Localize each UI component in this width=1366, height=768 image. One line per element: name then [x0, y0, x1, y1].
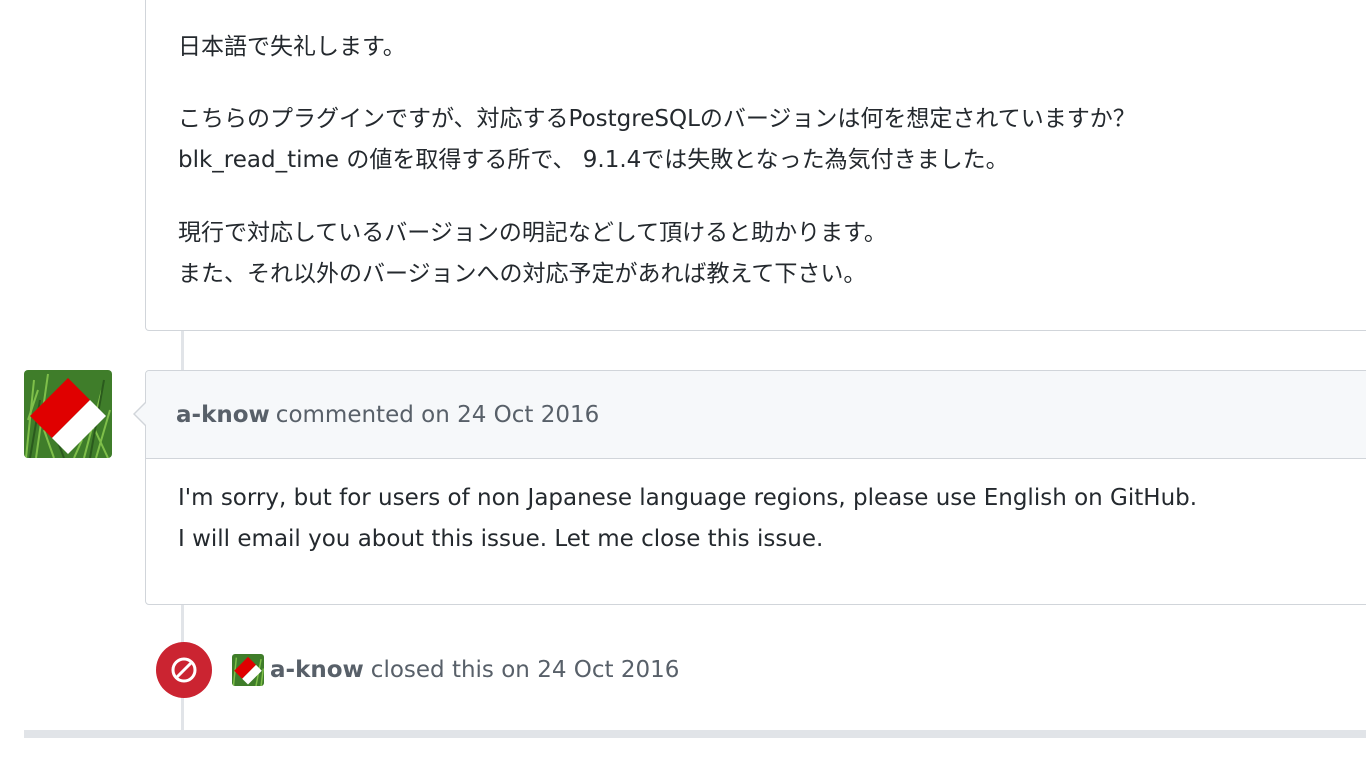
comment-paragraph: こちらのプラグインですが、対応するPostgreSQLのバージョンは何を想定され… [178, 99, 1366, 181]
comment-card-second: a-know commented on 24 Oct 2016 I'm sorr… [133, 370, 1366, 605]
timeline-end-divider [24, 730, 1366, 738]
comment-line: また、それ以外のバージョンへの対応予定があれば教えて下さい。 [178, 261, 867, 287]
event-timestamp[interactable]: closed this on 24 Oct 2016 [371, 657, 680, 683]
comment-line: blk_read_time の値を取得する所で、 9.1.4では失敗となった為気… [178, 147, 1009, 173]
comment-timestamp[interactable]: commented on 24 Oct 2016 [276, 402, 599, 428]
comment-line: 日本語で失礼します。 [178, 34, 406, 60]
comment-card-first: 日本語で失礼します。 こちらのプラグインですが、対応するPostgreSQLのバ… [145, 0, 1366, 331]
author-link[interactable]: a-know [176, 402, 270, 428]
comment-line: I will email you about this issue. Let m… [178, 526, 824, 552]
avatar-small[interactable] [232, 654, 264, 686]
author-link[interactable]: a-know [270, 657, 364, 683]
comment-body: 日本語で失礼します。 こちらのプラグインですが、対応するPostgreSQLのバ… [146, 27, 1366, 295]
avatar[interactable] [24, 370, 112, 458]
comment-pointer-fill [135, 402, 147, 426]
avatar-image [232, 654, 264, 686]
avatar-image [24, 370, 112, 458]
timeline-line [181, 331, 184, 370]
circle-slash-icon [171, 657, 197, 683]
comment-paragraph: 日本語で失礼します。 [178, 27, 1366, 68]
comment-paragraph: 現行で対応しているバージョンの明記などして頂けると助かります。 また、それ以外の… [178, 213, 1366, 295]
close-event: a-know closed this on 24 Oct 2016 [156, 642, 679, 698]
comment-line: 現行で対応しているバージョンの明記などして頂けると助かります。 [178, 220, 887, 246]
closed-badge [156, 642, 212, 698]
comment-header: a-know commented on 24 Oct 2016 [146, 371, 1366, 459]
comment-line: こちらのプラグインですが、対応するPostgreSQLのバージョンは何を想定され… [178, 106, 1136, 132]
comment-line: I'm sorry, but for users of non Japanese… [178, 485, 1198, 511]
comment-paragraph: I'm sorry, but for users of non Japanese… [178, 478, 1366, 560]
comment-body: I'm sorry, but for users of non Japanese… [146, 459, 1366, 560]
